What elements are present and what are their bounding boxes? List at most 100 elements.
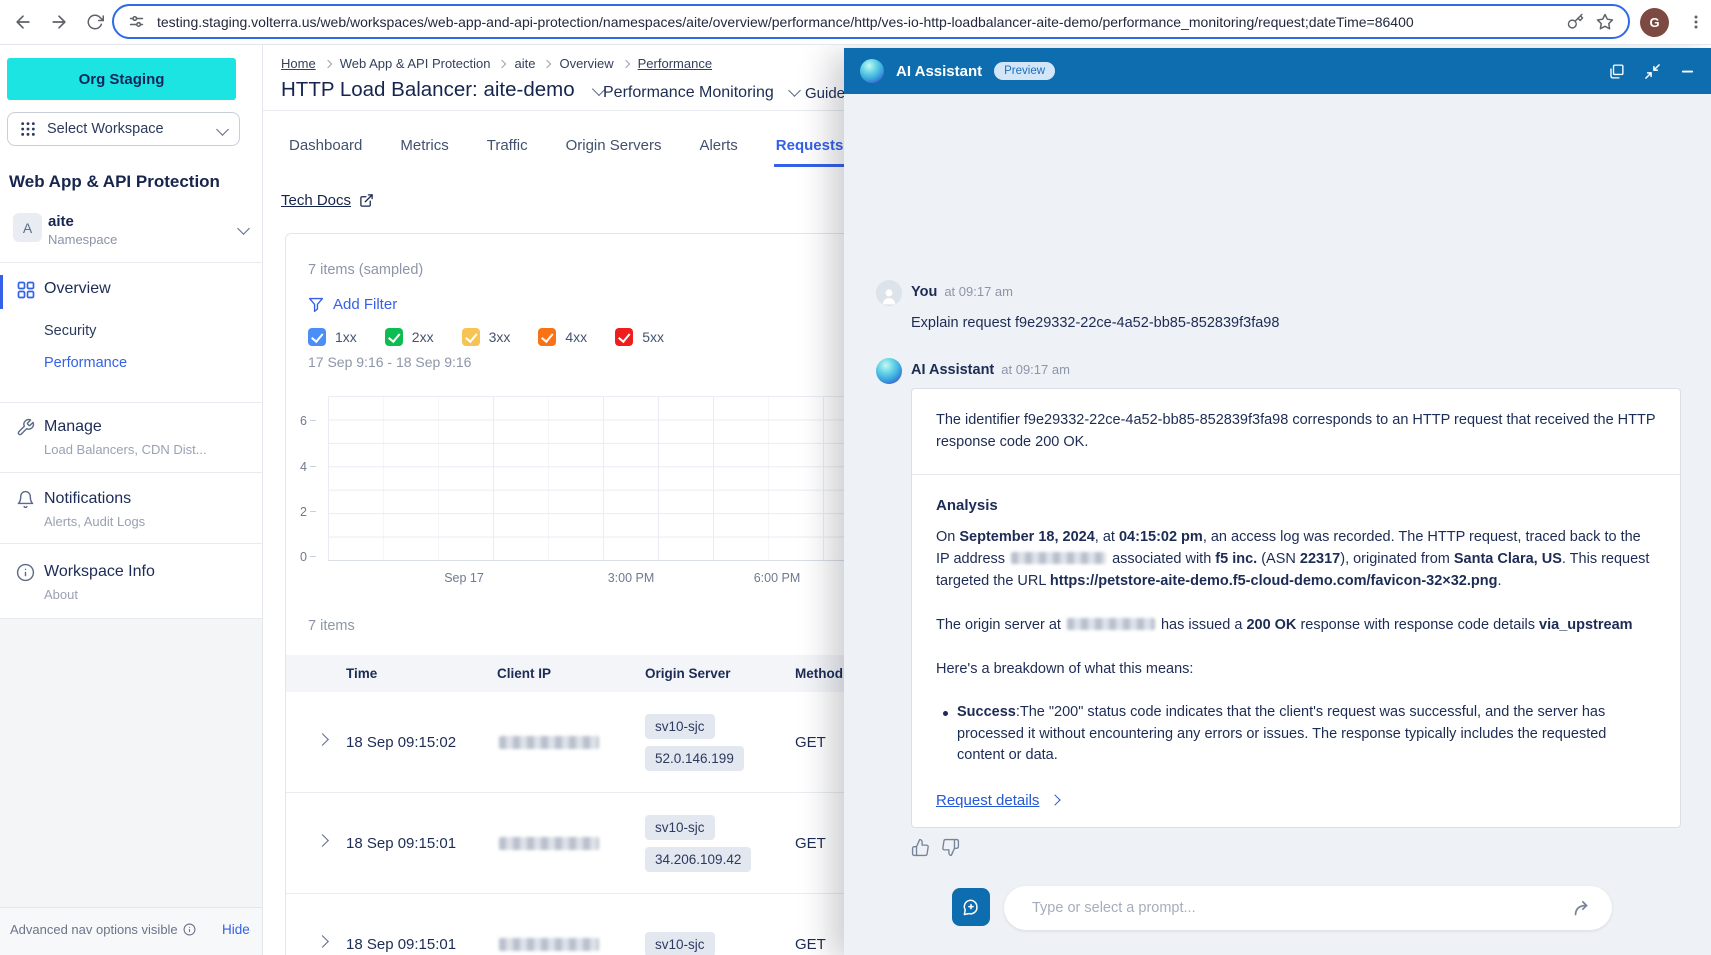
table-header-cell[interactable]: Origin Server (645, 666, 795, 681)
add-filter-button[interactable]: Add Filter (308, 296, 397, 313)
breadcrumb-item[interactable]: Overview (559, 56, 628, 71)
request-time: 18 Sep 09:15:01 (346, 835, 497, 852)
url-text[interactable]: testing.staging.volterra.us/web/workspac… (157, 14, 1555, 30)
origin-server-tags: sv10-sjc 52.0.146.199 (645, 714, 795, 771)
status-filter-checkbox[interactable]: 5xx (615, 328, 664, 346)
wrench-icon (16, 418, 35, 437)
tab[interactable]: Metrics (398, 133, 450, 167)
new-chat-button[interactable] (952, 888, 990, 926)
advanced-nav-note: Advanced nav options visible (10, 922, 196, 937)
checkbox-checked-icon (308, 328, 326, 346)
grid-dots-icon (20, 121, 36, 137)
status-filter-checkbox[interactable]: 3xx (462, 328, 511, 346)
sidebar-item-notifications[interactable]: Notifications Alerts, Audit Logs (0, 490, 262, 530)
browser-menu-icon[interactable] (1682, 8, 1710, 36)
y-tick-label: 6 (286, 414, 316, 428)
origin-server-tag: 52.0.146.199 (645, 746, 744, 771)
user-avatar (876, 280, 902, 306)
table-header-cell[interactable]: Time (346, 666, 497, 681)
sidebar-item-label: Overview (44, 280, 111, 298)
sidebar-item-label: Manage (44, 418, 102, 436)
tab[interactable]: Traffic (485, 133, 530, 167)
checkbox-checked-icon (615, 328, 633, 346)
request-details-link[interactable]: Request details (936, 792, 1039, 809)
ai-message-header: AI Assistantat 09:17 am (911, 362, 1070, 378)
namespace-avatar: A (13, 213, 42, 242)
sampled-count: 7 items (sampled) (308, 262, 423, 278)
status-filter-checkbox[interactable]: 2xx (385, 328, 434, 346)
workspace-selector-label: Select Workspace (47, 121, 164, 137)
ai-response-card: The identifier f9e29332-22ce-4a52-bb85-8… (911, 388, 1681, 828)
x-tick-label: Sep 17 (427, 571, 501, 585)
client-ip-redacted (499, 837, 599, 850)
tab[interactable]: Alerts (697, 133, 739, 167)
browser-window: testing.staging.volterra.us/web/workspac… (0, 0, 1711, 955)
monitoring-dropdown[interactable]: Performance Monitoring (603, 84, 799, 102)
date-range-label: 17 Sep 9:16 - 18 Sep 9:16 (308, 354, 471, 370)
breadcrumb-item[interactable]: Home (281, 56, 331, 71)
sidebar-item-manage[interactable]: Manage Load Balancers, CDN Dist... (0, 418, 262, 458)
bookmark-star-icon[interactable] (1596, 13, 1614, 31)
back-icon[interactable] (8, 7, 38, 37)
chevron-right-icon (498, 59, 506, 67)
prompt-input-pill[interactable] (1004, 886, 1612, 930)
breadcrumb-item[interactable]: aite (514, 56, 550, 71)
chevron-right-icon (323, 59, 331, 67)
send-icon[interactable] (1572, 898, 1592, 918)
expand-chevron-icon[interactable] (286, 935, 327, 953)
password-key-icon[interactable] (1567, 13, 1584, 30)
table-header-cell[interactable]: Client IP (497, 666, 645, 681)
hide-nav-link[interactable]: Hide (222, 922, 250, 937)
user-message-header: Youat 09:17 am (911, 284, 1013, 300)
page-title[interactable]: HTTP Load Balancer: aite-demo (281, 78, 604, 102)
url-bar[interactable]: testing.staging.volterra.us/web/workspac… (112, 4, 1630, 39)
divider (0, 262, 262, 263)
forward-icon[interactable] (44, 7, 74, 37)
expand-chevron-icon[interactable] (286, 834, 327, 852)
tech-docs-link[interactable]: Tech Docs (281, 192, 374, 209)
browser-profile-avatar[interactable]: G (1640, 8, 1669, 37)
origin-server-tags: sv10-sjc34.206.109.42 (645, 815, 795, 872)
x-tick-label: 3:00 PM (594, 571, 668, 585)
breadcrumb-item[interactable]: Web App & API Protection (340, 56, 506, 71)
checkbox-checked-icon (462, 328, 480, 346)
namespace-name: aite (48, 213, 74, 230)
items-count: 7 items (308, 618, 355, 634)
workspace-selector[interactable]: Select Workspace (7, 112, 240, 146)
workspace-title: Web App & API Protection (9, 172, 220, 192)
origin-server-tag: sv10-sjc (645, 714, 715, 739)
namespace-selector[interactable]: A aite Namespace (0, 208, 262, 260)
site-settings-icon[interactable] (128, 13, 145, 30)
divider (0, 402, 262, 403)
sidebar-item-label: Notifications (44, 490, 131, 508)
sidebar-item-performance[interactable]: Performance (44, 355, 127, 371)
tab[interactable]: Dashboard (287, 133, 364, 167)
sidebar-item-sublabel: About (44, 587, 78, 602)
minimize-icon[interactable] (1680, 64, 1695, 79)
status-filter-checkbox[interactable]: 1xx (308, 328, 357, 346)
org-staging-button[interactable]: Org Staging (7, 58, 236, 100)
tab[interactable]: Origin Servers (564, 133, 664, 167)
person-icon (879, 286, 899, 306)
tab[interactable]: Requests (774, 133, 846, 167)
expand-chevron-icon[interactable] (286, 733, 327, 751)
sidebar-item-overview[interactable]: Overview (0, 280, 262, 306)
chevron-right-icon (543, 59, 551, 67)
ai-assistant-header: AI Assistant Preview (844, 48, 1711, 94)
user-message-text: Explain request f9e29332-22ce-4a52-bb85-… (911, 315, 1279, 331)
tab-bar: Dashboard Metrics Traffic Origin Servers… (287, 133, 845, 167)
status-filter-checkbox[interactable]: 4xx (538, 328, 587, 346)
thumbs-down-icon[interactable] (941, 838, 960, 857)
sidebar-item-workspace-info[interactable]: Workspace Info About (0, 563, 262, 603)
collapse-icon[interactable] (1644, 63, 1661, 80)
sidebar: Org Staging Select Workspace Web App & A… (0, 44, 263, 955)
thumbs-up-icon[interactable] (911, 838, 930, 857)
breadcrumb-item[interactable]: Performance (638, 56, 712, 71)
prompt-input[interactable] (1030, 899, 1572, 917)
namespace-kind: Namespace (48, 232, 117, 247)
analysis-paragraph-3: Here's a breakdown of what this means: (936, 658, 1656, 680)
preview-badge: Preview (994, 62, 1055, 80)
sidebar-item-security[interactable]: Security (44, 323, 96, 339)
popout-icon[interactable] (1608, 63, 1625, 80)
reload-icon[interactable] (80, 7, 110, 37)
